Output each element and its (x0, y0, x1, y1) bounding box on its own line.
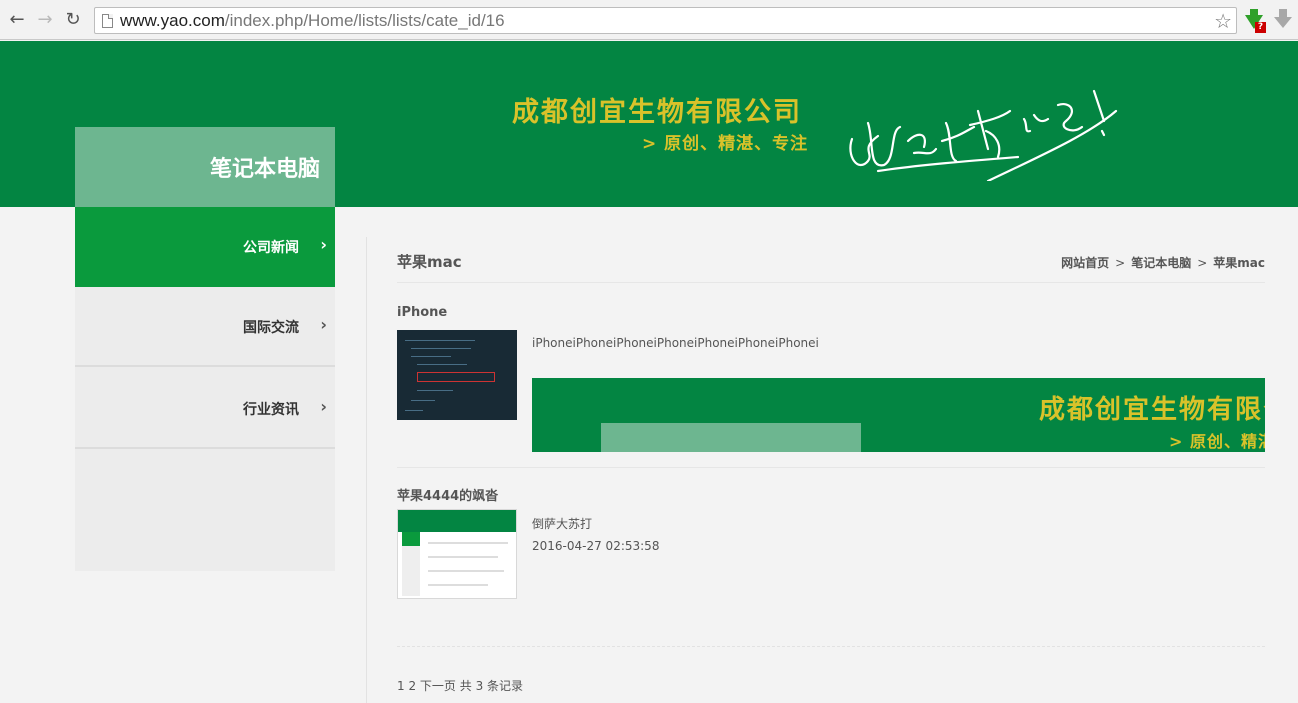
breadcrumb-current[interactable]: 苹果mac (1213, 256, 1265, 270)
sidebar-title: 笔记本电脑 (209, 157, 320, 182)
download-extension-icon[interactable]: ? (1243, 9, 1266, 33)
article-thumbnail[interactable] (397, 330, 517, 420)
breadcrumb-sep: > (1197, 256, 1208, 270)
sidebar-item-label: 行业资讯 (243, 402, 299, 418)
star-icon[interactable]: ☆ (1214, 9, 1232, 33)
article-date: 2016-04-27 02:53:58 (532, 539, 660, 553)
thumb-row (428, 584, 488, 586)
thumb-line (405, 410, 423, 411)
list-bottom-divider (397, 646, 1265, 647)
embedded-company-name: 成都创宜生物有限公司 (1039, 395, 1265, 425)
sidebar-item-company-news[interactable]: 公司新闻 › (75, 207, 335, 287)
sidebar-item-industry-news[interactable]: 行业资讯 › (75, 369, 335, 449)
pagination-pages[interactable]: 1 2 (397, 679, 416, 693)
company-name: 成都创宜生物有限公司 (512, 97, 802, 128)
embedded-title-box (601, 423, 861, 452)
thumb-line (405, 340, 475, 341)
pagination-next[interactable]: 下一页 (420, 679, 456, 693)
article-excerpt: iPhoneiPhoneiPhoneiPhoneiPhoneiPhoneiPho… (532, 336, 819, 350)
article-title-link[interactable]: 苹果4444的飒沓 (397, 485, 498, 504)
embedded-banner-image: 成都创宜生物有限公司 > 原创、精湛、专注 (532, 378, 1265, 452)
thumb-header (398, 510, 516, 532)
forward-arrow-icon[interactable]: → (34, 9, 56, 31)
download-icon[interactable] (1273, 9, 1293, 31)
title-divider (397, 282, 1265, 283)
address-bar[interactable]: www.yao.com/index.php/Home/lists/lists/c… (94, 7, 1237, 34)
chevron-right-icon: › (320, 315, 327, 334)
browser-toolbar: ← → ↻ www.yao.com/index.php/Home/lists/l… (0, 0, 1298, 40)
sidebar-item-international-exchange[interactable]: 国际交流 › (75, 287, 335, 367)
dl-arrow-stem (1279, 9, 1287, 17)
sidebar-nav: 公司新闻 › 国际交流 › 行业资讯 › (75, 207, 335, 571)
article-title-link[interactable]: iPhone (397, 305, 447, 320)
pagination: 1 2 下一页 共 3 条记录 (397, 677, 523, 694)
reload-icon[interactable]: ↻ (62, 9, 84, 31)
url-text[interactable]: www.yao.com/index.php/Home/lists/lists/c… (120, 11, 505, 31)
breadcrumb-sep: > (1115, 256, 1126, 270)
thumb-highlight (417, 372, 495, 382)
thumb-line (411, 400, 435, 401)
back-arrow-icon[interactable]: ← (6, 9, 28, 31)
thumb-row (428, 556, 498, 558)
thumb-row (428, 570, 504, 572)
dl-arrow-head (1274, 17, 1292, 28)
ext-question-badge: ? (1255, 22, 1266, 33)
url-host: www.yao.com (120, 11, 225, 30)
thumb-line (411, 356, 451, 357)
sidebar-item-label: 国际交流 (243, 320, 299, 336)
breadcrumb-category[interactable]: 笔记本电脑 (1131, 256, 1191, 270)
thumb-sidebar-active (402, 532, 420, 546)
thumb-row (428, 542, 508, 544)
url-path: /index.php/Home/lists/lists/cate_id/16 (224, 11, 505, 30)
article-thumbnail[interactable] (397, 509, 517, 599)
sidebar-title-box: 笔记本电脑 (75, 127, 335, 207)
page-title: 苹果mac (397, 253, 462, 271)
pagination-total: 共 3 条记录 (459, 679, 524, 693)
company-slogan: > 原创、精湛、专注 (642, 134, 809, 154)
sidebar-item-label: 公司新闻 (243, 240, 299, 256)
article-excerpt: 倒萨大苏打 (532, 517, 593, 531)
content-divider (366, 237, 367, 703)
chevron-right-icon: › (320, 397, 327, 416)
embedded-slogan: > 原创、精湛、专注 (1169, 432, 1265, 451)
breadcrumb: 网站首页 > 笔记本电脑 > 苹果mac (1061, 254, 1265, 271)
page-icon (102, 14, 113, 28)
thumb-line (417, 390, 453, 391)
article-divider (397, 467, 1265, 468)
breadcrumb-home[interactable]: 网站首页 (1061, 256, 1109, 270)
thumb-line (411, 348, 471, 349)
chevron-right-icon: › (320, 235, 327, 254)
thumb-line (417, 364, 467, 365)
signature-graphic (849, 89, 1118, 181)
